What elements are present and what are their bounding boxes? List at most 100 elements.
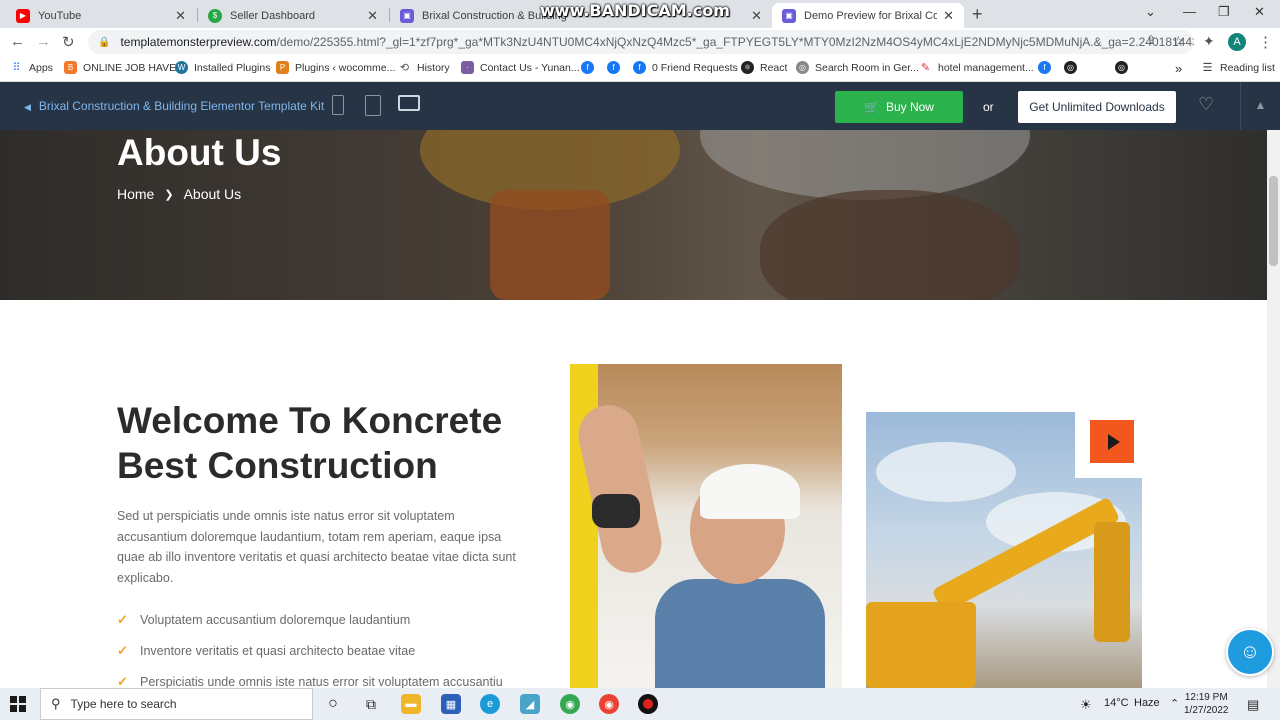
notifications-icon[interactable]: ▤ (1247, 697, 1259, 713)
weather-text: Haze (1134, 697, 1160, 709)
extensions-icon[interactable]: ✦ (1203, 33, 1215, 50)
bookmark-label: 0 Friend Requests (652, 61, 738, 74)
bookmark-label: Installed Plugins (194, 61, 271, 74)
task-view-icon[interactable]: ⧉ (361, 694, 381, 714)
windows-start-icon[interactable] (10, 696, 26, 712)
bookmark-facebook-2[interactable]: f (607, 61, 626, 74)
date: 1/27/2022 (1184, 705, 1229, 716)
chrome-profile-icon[interactable]: ◉ (599, 694, 619, 714)
caret-left-icon: ◀ (24, 102, 31, 112)
minimize-icon[interactable]: — (1183, 4, 1196, 19)
close-icon[interactable]: ✕ (751, 8, 762, 24)
history-icon: ⟲ (399, 62, 410, 74)
bookmark-facebook-1[interactable]: f (581, 61, 600, 74)
buy-now-button[interactable]: 🛒 Buy Now (835, 91, 963, 123)
recording-watermark: www.BANDICAM.com (540, 1, 730, 20)
cart-icon: 🛒 (864, 100, 879, 114)
bookmark-site-1[interactable]: ◎ (1064, 61, 1083, 74)
play-button[interactable] (1090, 420, 1134, 463)
search-icon: ⚲ (51, 696, 61, 711)
bookmark-label: Contact Us - Yunan... (480, 61, 580, 74)
bookmark-friend-requests[interactable]: f 0 Friend Requests (633, 61, 738, 74)
bookmark-react[interactable]: ⚛ React (741, 61, 787, 74)
video-play-wrapper (1075, 412, 1142, 478)
store-icon[interactable]: ▦ (441, 694, 461, 714)
tab-title: YouTube (38, 9, 82, 22)
play-icon (1107, 433, 1120, 450)
bookmark-site-2[interactable]: ◎ (1115, 61, 1134, 74)
tablet-view-icon[interactable] (365, 95, 381, 116)
globe-icon: ◎ (1115, 61, 1128, 74)
hotel-icon: ✎ (920, 62, 931, 74)
page-scrollbar[interactable] (1267, 130, 1280, 688)
forward-icon[interactable]: → (36, 33, 51, 50)
bookmark-label: Search Room in Ger... (815, 61, 919, 74)
bookmark-contact-us[interactable]: · Contact Us - Yunan... (461, 61, 580, 74)
bookmarks-bar: ⠿ Apps B ONLINE JOB HAVE W Installed Plugin… (0, 56, 1280, 82)
bookmark-online-job[interactable]: B ONLINE JOB HAVE (64, 61, 176, 74)
desktop-view-icon[interactable] (398, 95, 420, 111)
close-icon[interactable]: ✕ (175, 8, 186, 24)
file-explorer-icon[interactable]: ▬ (401, 694, 421, 714)
tab-youtube[interactable]: ▶ YouTube ✕ (6, 3, 196, 28)
chevron-right-icon: ❯ (164, 188, 174, 201)
chrome-icon[interactable]: ◉ (560, 694, 580, 714)
plugin-icon: P (276, 61, 289, 74)
heart-icon[interactable]: ♡ (1198, 94, 1214, 115)
url-domain: templatemonsterpreview.com (120, 35, 277, 49)
close-icon[interactable]: ✕ (943, 8, 954, 24)
youtube-icon: ▶ (16, 8, 30, 23)
tab-seller-dashboard[interactable]: $ Seller Dashboard ✕ (198, 3, 388, 28)
bookmark-plugins-wocommerce[interactable]: P Plugins ‹ wocomme... (276, 61, 395, 74)
address-bar[interactable]: 🔒 templatemonsterpreview.com /demo/22535… (88, 30, 1194, 54)
breadcrumb-current: About Us (183, 186, 242, 202)
bookmark-hotel-management[interactable]: ✎ hotel management... (919, 61, 1034, 75)
scroll-thumb[interactable] (1269, 176, 1278, 266)
taskbar-clock[interactable]: 12:19 PM 1/27/2022 (1184, 691, 1229, 717)
tray-expand-icon[interactable]: ⌃ (1170, 697, 1179, 710)
profile-avatar[interactable]: A (1228, 33, 1246, 51)
bookmark-apps[interactable]: ⠿ Apps (10, 61, 53, 75)
unlimited-downloads-button[interactable]: Get Unlimited Downloads (1018, 91, 1176, 123)
breadcrumb: Home ❯ About Us (117, 186, 241, 202)
more-bookmarks-icon[interactable]: » (1175, 61, 1182, 76)
tab-strip: ▶ YouTube ✕ $ Seller Dashboard ✕ ▣ Brixa… (0, 0, 1280, 28)
tab-search-icon[interactable]: ⌄ (1145, 4, 1156, 20)
bookmark-star-icon[interactable]: ☆ (1172, 33, 1185, 50)
bookmark-installed-plugins[interactable]: W Installed Plugins (175, 61, 270, 74)
app-icon[interactable]: ◢ (520, 694, 540, 714)
tab-title: Seller Dashboard (230, 9, 315, 22)
check-icon: ✓ (117, 673, 128, 689)
share-icon[interactable]: ⇪ (1146, 33, 1156, 47)
close-window-icon[interactable]: ✕ (1254, 4, 1265, 20)
bookmark-search-room[interactable]: ◎ Search Room in Ger... (796, 61, 919, 74)
list-item: ✓ Voluptatem accusantium doloremque lauda… (117, 611, 411, 627)
cortana-icon[interactable]: ○ (323, 694, 343, 714)
globe-icon: ◎ (1064, 61, 1077, 74)
bookmark-label: React (760, 61, 788, 74)
bookmark-facebook-3[interactable]: f (1038, 61, 1057, 74)
breadcrumb-home[interactable]: Home (117, 186, 154, 202)
template-icon: ▣ (400, 8, 414, 23)
mobile-view-icon[interactable] (332, 95, 344, 115)
bandicam-icon[interactable] (638, 694, 658, 714)
back-icon[interactable]: ← (10, 33, 25, 50)
template-back-link[interactable]: ◀ Brixal Construction & Building Elemento… (24, 99, 324, 113)
bookmark-history[interactable]: ⟲ History (398, 61, 450, 75)
edge-icon[interactable]: e (480, 694, 500, 714)
bookmark-label: History (417, 61, 450, 74)
restore-icon[interactable]: ❐ (1218, 4, 1230, 20)
close-icon[interactable]: ✕ (367, 8, 378, 24)
new-tab-button[interactable]: + (972, 4, 983, 25)
menu-icon[interactable]: ⋮ (1258, 33, 1273, 51)
chat-bot-icon[interactable]: ☺ (1226, 628, 1274, 676)
facebook-icon: f (633, 61, 646, 74)
collapse-bar-button[interactable]: ▲ (1240, 82, 1280, 130)
tab-demo-preview[interactable]: ▣ Demo Preview for Brixal Construct ✕ (772, 3, 964, 28)
reading-list[interactable]: ☰ Reading list (1201, 61, 1275, 75)
bookmark-label: Apps (29, 61, 53, 74)
section-paragraph: Sed ut perspiciatis unde omnis iste natu… (117, 509, 516, 585)
taskbar-search[interactable]: ⚲ Type here to search (40, 688, 313, 720)
reload-icon[interactable]: ↻ (62, 33, 75, 51)
template-icon: ▣ (782, 8, 796, 23)
